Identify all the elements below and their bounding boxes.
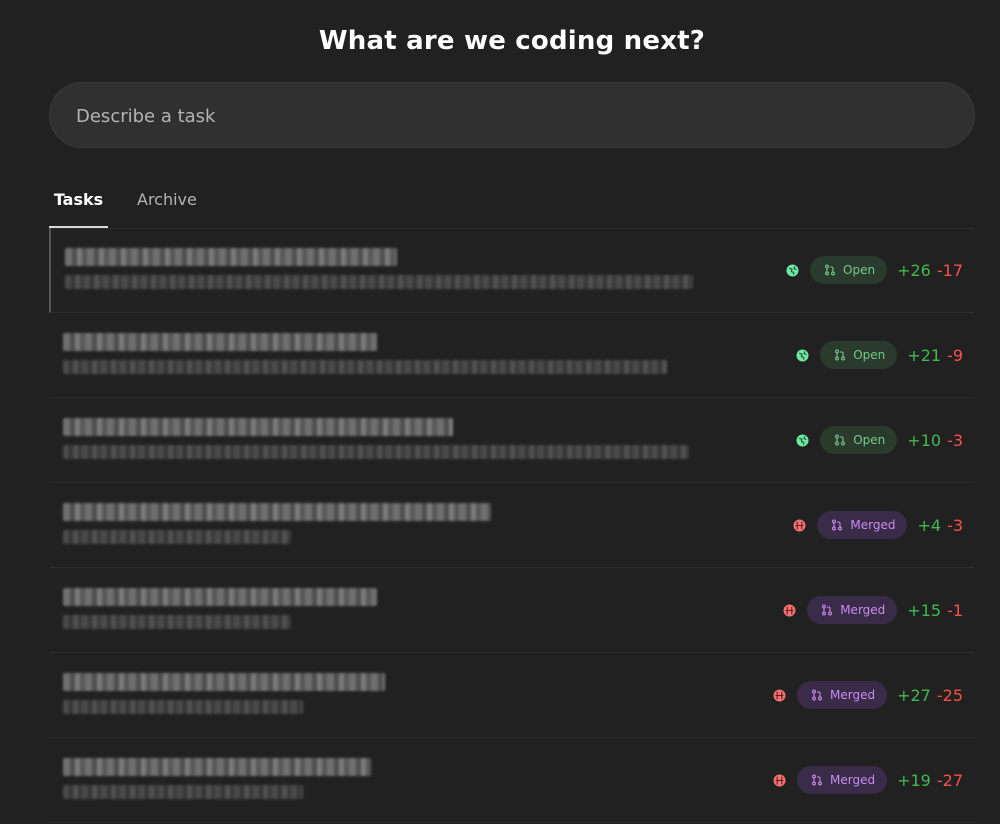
task-text xyxy=(65,248,725,296)
globe-icon xyxy=(773,774,786,787)
task-subtitle-redacted xyxy=(65,275,693,289)
task-title-redacted xyxy=(63,673,385,691)
merged-icon xyxy=(812,774,822,786)
merged-icon xyxy=(812,689,822,701)
globe-icon xyxy=(786,264,799,277)
task-row[interactable]: Open +21 -9 xyxy=(49,313,975,398)
task-row[interactable]: Merged +27 -25 xyxy=(49,653,975,738)
deletions-count: -17 xyxy=(936,260,963,280)
task-input-container[interactable] xyxy=(49,82,975,149)
deletions-count: -9 xyxy=(947,345,963,365)
task-row[interactable]: Open +10 -3 xyxy=(49,398,975,483)
globe-icon xyxy=(793,519,806,532)
globe-icon xyxy=(796,434,809,447)
additions-count: +27 xyxy=(897,685,931,705)
deletions-count: -27 xyxy=(936,770,963,790)
task-title-redacted xyxy=(63,503,491,521)
pr-status-label: Merged xyxy=(830,688,876,702)
task-meta: Open +26 -17 xyxy=(786,228,963,312)
task-subtitle-redacted xyxy=(63,615,291,629)
pr-status-badge[interactable]: Open xyxy=(810,256,888,284)
task-meta: Open +10 -3 xyxy=(796,398,963,482)
additions-count: +15 xyxy=(907,600,942,620)
task-subtitle-redacted xyxy=(63,700,303,714)
globe-icon xyxy=(773,689,786,702)
task-text xyxy=(63,588,723,636)
diff-stats: +4 -3 xyxy=(917,516,963,535)
pr-status-label: Merged xyxy=(850,518,896,532)
task-list: Open +26 -17 Open +21 -9 Open +10 -3 Mer… xyxy=(49,228,975,824)
diff-stats: +27 -25 xyxy=(897,686,963,705)
additions-count: +10 xyxy=(907,430,942,450)
tab-archive[interactable]: Archive xyxy=(137,180,197,227)
pr-status-badge[interactable]: Merged xyxy=(797,766,888,794)
pr-status-label: Open xyxy=(843,263,876,277)
task-meta: Merged +27 -25 xyxy=(773,653,963,737)
pr-status-badge[interactable]: Open xyxy=(820,426,898,454)
diff-stats: +15 -1 xyxy=(907,601,963,620)
deletions-count: -25 xyxy=(936,685,963,705)
task-row[interactable]: Open +26 -17 xyxy=(49,228,975,313)
task-row[interactable]: Merged +19 -27 xyxy=(49,738,975,823)
pull-request-icon xyxy=(835,434,846,446)
pr-status-badge[interactable]: Open xyxy=(820,341,898,369)
task-text xyxy=(63,758,723,806)
page-title: What are we coding next? xyxy=(318,26,706,56)
pr-status-label: Open xyxy=(853,348,886,362)
pull-request-icon xyxy=(825,264,835,276)
pull-request-icon xyxy=(835,349,846,361)
task-title-redacted xyxy=(63,333,377,351)
tab-tasks[interactable]: Tasks xyxy=(49,180,108,228)
diff-stats: +10 -3 xyxy=(907,431,963,450)
diff-stats: +19 -27 xyxy=(897,771,963,790)
codex-home: What are we coding next? Tasks Archive O… xyxy=(0,0,1000,824)
task-row[interactable]: Merged +4 -3 xyxy=(49,483,975,568)
pr-status-label: Merged xyxy=(840,603,886,617)
deletions-count: -3 xyxy=(947,515,963,535)
task-title-redacted xyxy=(65,248,397,266)
task-title-redacted xyxy=(63,588,377,606)
task-text xyxy=(63,503,723,551)
task-title-redacted xyxy=(63,418,453,436)
deletions-count: -1 xyxy=(947,600,963,620)
task-subtitle-redacted xyxy=(63,785,303,799)
task-subtitle-redacted xyxy=(63,445,689,459)
task-text xyxy=(63,673,723,721)
pr-status-label: Merged xyxy=(830,773,876,787)
pr-status-badge[interactable]: Merged xyxy=(807,596,898,624)
globe-icon xyxy=(783,604,796,617)
deletions-count: -3 xyxy=(947,430,963,450)
task-subtitle-redacted xyxy=(63,360,667,374)
pr-status-label: Open xyxy=(853,433,886,447)
merged-icon xyxy=(832,519,843,531)
additions-count: +26 xyxy=(897,260,931,280)
additions-count: +4 xyxy=(917,515,942,535)
task-input[interactable] xyxy=(74,83,938,149)
task-meta: Merged +15 -1 xyxy=(783,568,963,652)
task-row[interactable]: Merged +15 -1 xyxy=(49,568,975,653)
task-text xyxy=(63,418,723,466)
task-text xyxy=(63,333,723,381)
task-subtitle-redacted xyxy=(63,530,291,544)
task-meta: Merged +19 -27 xyxy=(773,738,963,822)
additions-count: +21 xyxy=(907,345,942,365)
tab-bar: Tasks Archive xyxy=(49,180,975,229)
task-meta: Merged +4 -3 xyxy=(793,483,963,567)
diff-stats: +26 -17 xyxy=(897,261,963,280)
diff-stats: +21 -9 xyxy=(907,346,963,365)
pr-status-badge[interactable]: Merged xyxy=(817,511,908,539)
additions-count: +19 xyxy=(897,770,931,790)
pr-status-badge[interactable]: Merged xyxy=(797,681,888,709)
task-title-redacted xyxy=(63,758,371,776)
task-meta: Open +21 -9 xyxy=(796,313,963,397)
merged-icon xyxy=(822,604,833,616)
globe-icon xyxy=(796,349,809,362)
